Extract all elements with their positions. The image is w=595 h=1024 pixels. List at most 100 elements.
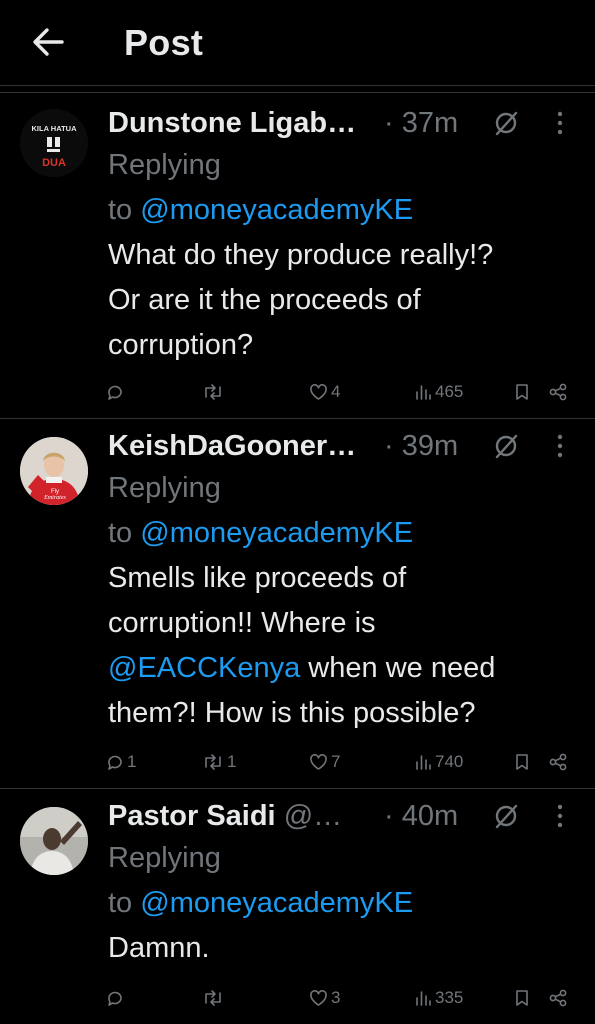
views-button[interactable]: 465	[414, 379, 463, 405]
replying-label: Replying	[108, 149, 221, 181]
replying-to-line: to @moneyacademyKE	[108, 188, 575, 233]
user-handle[interactable]: @…	[284, 800, 342, 832]
views-icon	[416, 385, 431, 400]
replying-to-word: to	[108, 194, 133, 226]
views-icon	[416, 991, 431, 1006]
views-button[interactable]: 335	[414, 985, 463, 1011]
reply-header: Pastor Saidi @… · 40m	[108, 796, 575, 836]
repost-icon	[205, 754, 221, 770]
like-button[interactable]: 7	[309, 749, 340, 775]
views-button[interactable]: 740	[414, 749, 463, 775]
action-bar: 1 1 7 740	[0, 749, 595, 775]
view-count: 335	[435, 988, 464, 1007]
top-bar: Post	[0, 0, 595, 86]
grok-icon[interactable]	[492, 432, 520, 460]
reply-button[interactable]: 1	[106, 749, 136, 775]
more-options-icon[interactable]	[545, 107, 575, 139]
replying-label: Replying	[108, 842, 221, 874]
view-count: 465	[435, 382, 464, 401]
reply-header: KeishDaGooner… · 39m	[108, 426, 575, 466]
repost-button[interactable]: 1	[202, 749, 236, 775]
mention-link[interactable]: @moneyacademyKE	[140, 194, 413, 226]
arrow-left-icon	[33, 28, 64, 56]
avatar-caption-red: DUA	[42, 157, 66, 169]
timestamp[interactable]: · 37m	[384, 103, 458, 143]
display-name[interactable]: KeishDaGooner…	[108, 426, 356, 466]
action-bar: 4 465	[0, 379, 595, 405]
like-count: 4	[331, 382, 341, 401]
reply-text-line: What do they produce really!?	[108, 239, 494, 271]
mention-link[interactable]: @moneyacademyKE	[140, 517, 413, 549]
avatar[interactable]: KILA HATUA DUA	[20, 109, 88, 177]
timestamp[interactable]: · 39m	[384, 426, 458, 466]
reply-icon	[108, 755, 122, 770]
page-title: Post	[124, 22, 204, 63]
mention-link[interactable]: @moneyacademyKE	[140, 887, 413, 919]
replying-label: Replying	[108, 472, 221, 504]
reply-text-line: them?! How is this possible?	[108, 697, 476, 729]
reply-text-line: Smells like proceeds of	[108, 562, 407, 594]
replying-to-line: to @moneyacademyKE	[108, 511, 575, 556]
grok-icon[interactable]	[492, 802, 520, 830]
like-button[interactable]: 3	[309, 985, 340, 1011]
reply-content: Pastor Saidi @… · 40m Replying to @money…	[108, 796, 575, 971]
replying-to-line: to @moneyacademyKE	[108, 881, 575, 926]
avatar[interactable]	[20, 807, 88, 875]
reply-item[interactable]: Pastor Saidi @… · 40m Replying to @money…	[0, 789, 595, 1024]
share-icon	[549, 753, 567, 771]
view-count: 740	[435, 752, 464, 771]
bookmark-button[interactable]	[514, 749, 530, 775]
replying-to-word: to	[108, 887, 133, 919]
display-name[interactable]: Dunstone Ligab…	[108, 103, 356, 143]
bookmark-icon	[516, 990, 528, 1006]
more-options-icon[interactable]	[545, 800, 575, 832]
like-count: 3	[331, 988, 341, 1007]
reply-text-line: Damnn.	[108, 932, 210, 964]
views-icon	[416, 755, 431, 770]
heart-icon	[310, 384, 327, 400]
reply-text-line: @EACCKenya when we need	[108, 646, 575, 691]
reply-item[interactable]: KILA HATUA DUA Dunstone Ligab… · 37m Rep…	[0, 93, 595, 419]
share-button[interactable]	[548, 985, 568, 1011]
back-button[interactable]	[28, 24, 68, 60]
share-button[interactable]	[548, 379, 568, 405]
reply-icon	[108, 991, 122, 1006]
bookmark-icon	[516, 384, 528, 400]
reply-item[interactable]: Fly Emirates KeishDaGooner… · 39m Replyi…	[0, 419, 595, 789]
reply-button[interactable]	[106, 985, 127, 1011]
repost-count: 1	[227, 752, 237, 771]
like-count: 7	[331, 752, 341, 771]
mention-link[interactable]: @EACCKenya	[108, 652, 300, 684]
reply-icon	[108, 385, 122, 400]
avatar-caption: KILA HATUA	[32, 124, 78, 133]
like-button[interactable]: 4	[309, 379, 340, 405]
share-button[interactable]	[548, 749, 568, 775]
repost-button[interactable]	[202, 379, 227, 405]
heart-icon	[310, 754, 327, 770]
bookmark-button[interactable]	[514, 379, 530, 405]
avatar-image: Fly Emirates	[20, 437, 88, 505]
share-icon	[549, 383, 567, 401]
action-bar: 3 335	[0, 985, 595, 1011]
reply-text-line: corruption?	[108, 329, 254, 361]
share-icon	[549, 989, 567, 1007]
heart-icon	[310, 990, 327, 1006]
avatar-image	[20, 807, 88, 875]
avatar-caption: Emirates	[43, 495, 66, 501]
avatar-image: KILA HATUA DUA	[20, 109, 88, 177]
reply-button[interactable]	[106, 379, 127, 405]
display-name[interactable]: Pastor Saidi	[108, 796, 276, 836]
avatar[interactable]: Fly Emirates	[20, 437, 88, 505]
reply-text-line: corruption!! Where is	[108, 607, 376, 639]
more-options-icon[interactable]	[545, 430, 575, 462]
timestamp[interactable]: · 40m	[384, 796, 458, 836]
repost-icon	[205, 384, 221, 400]
reply-text-line: Or are it the proceeds of	[108, 284, 421, 316]
bookmark-button[interactable]	[514, 985, 530, 1011]
grok-icon[interactable]	[492, 109, 520, 137]
reply-count: 1	[127, 752, 137, 771]
reply-header: Dunstone Ligab… · 37m	[108, 103, 575, 143]
repost-button[interactable]	[202, 985, 227, 1011]
bookmark-icon	[516, 754, 528, 770]
reply-content: Dunstone Ligab… · 37m Replying to @money…	[108, 103, 575, 368]
